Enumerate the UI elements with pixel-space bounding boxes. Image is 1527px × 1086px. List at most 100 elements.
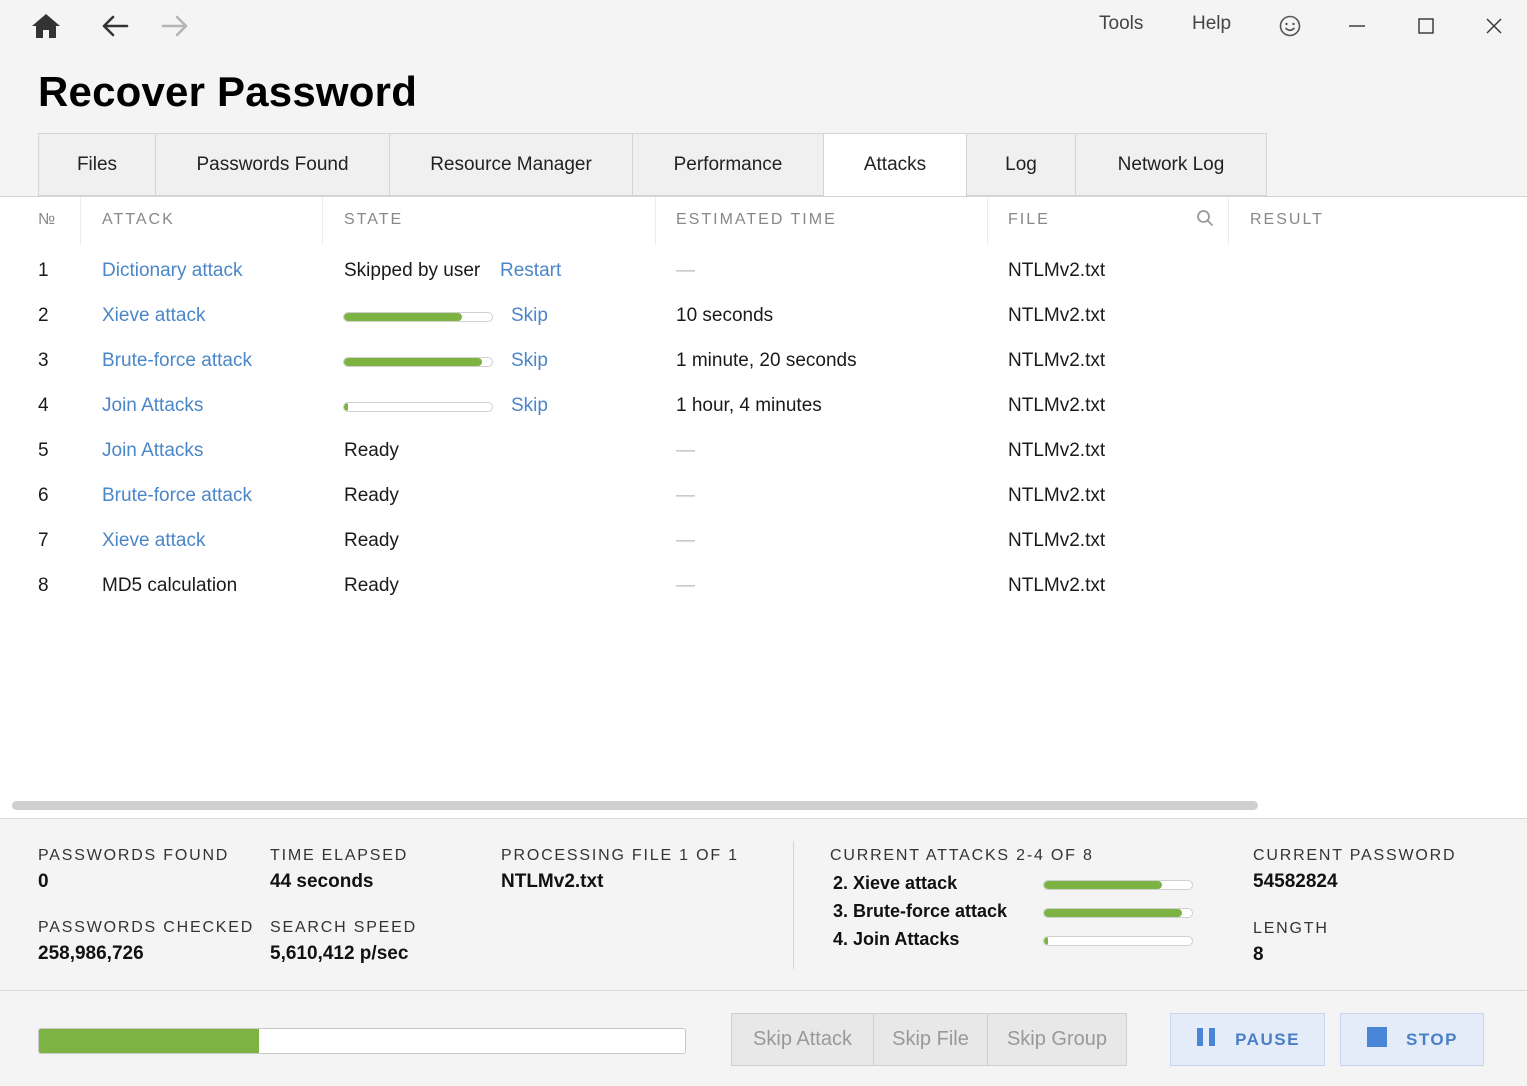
estimated-time: — bbox=[676, 575, 695, 596]
table-row[interactable]: 8 MD5 calculation Ready — NTLMv2.txt bbox=[0, 565, 1300, 610]
column-separator[interactable] bbox=[80, 197, 81, 245]
skip-file-button[interactable]: Skip File bbox=[874, 1013, 988, 1066]
attack-progress-bar bbox=[343, 357, 493, 367]
column-header-file[interactable]: FILE bbox=[1008, 211, 1050, 229]
maximize-icon[interactable] bbox=[1406, 6, 1446, 46]
skip-link[interactable]: Skip bbox=[511, 305, 548, 327]
attack-name: MD5 calculation bbox=[102, 575, 238, 596]
file-name: NTLMv2.txt bbox=[1008, 530, 1106, 551]
passwords-found-label: PASSWORDS FOUND bbox=[38, 847, 230, 864]
column-separator[interactable] bbox=[987, 197, 988, 245]
column-header-estimated-time[interactable]: ESTIMATED TIME bbox=[676, 211, 837, 229]
current-attack-progress-bar bbox=[1043, 936, 1193, 946]
menu-tools[interactable]: Tools bbox=[1099, 13, 1143, 35]
file-name: NTLMv2.txt bbox=[1008, 305, 1106, 326]
menu-help[interactable]: Help bbox=[1192, 13, 1231, 35]
current-password-label: CURRENT PASSWORD bbox=[1253, 847, 1457, 864]
current-attack-name: 3. Brute-force attack bbox=[833, 901, 1008, 921]
close-icon[interactable] bbox=[1474, 6, 1514, 46]
estimated-time: — bbox=[676, 440, 695, 461]
file-name: NTLMv2.txt bbox=[1008, 440, 1106, 461]
tab-performance[interactable]: Performance bbox=[633, 133, 824, 196]
column-header-attack[interactable]: ATTACK bbox=[102, 211, 175, 229]
tab-files[interactable]: Files bbox=[38, 133, 156, 196]
skip-button-group: Skip Attack Skip File Skip Group bbox=[731, 1013, 1127, 1066]
status-panel: PASSWORDS FOUND 0 PASSWORDS CHECKED 258,… bbox=[0, 818, 1527, 991]
pause-button[interactable]: PAUSE bbox=[1170, 1013, 1325, 1066]
row-number: 1 bbox=[38, 260, 49, 281]
row-number: 5 bbox=[38, 440, 49, 461]
table-row[interactable]: 1 Dictionary attack Skipped by user Rest… bbox=[0, 250, 1300, 295]
attack-state: Ready bbox=[344, 530, 399, 551]
table-row[interactable]: 5 Join Attacks Ready — NTLMv2.txt bbox=[0, 430, 1300, 475]
file-search-icon[interactable] bbox=[1196, 209, 1214, 232]
estimated-time: 1 minute, 20 seconds bbox=[676, 350, 857, 371]
page-title: Recover Password bbox=[38, 68, 418, 115]
stop-button[interactable]: STOP bbox=[1340, 1013, 1484, 1066]
length-value: 8 bbox=[1253, 944, 1264, 965]
smiley-feedback-icon[interactable] bbox=[1270, 6, 1310, 46]
table-row[interactable]: 7 Xieve attack Ready — NTLMv2.txt bbox=[0, 520, 1300, 565]
processing-file-value: NTLMv2.txt bbox=[501, 871, 604, 892]
attack-name-link[interactable]: Brute-force attack bbox=[102, 485, 252, 507]
skip-attack-button[interactable]: Skip Attack bbox=[731, 1013, 874, 1066]
status-divider bbox=[793, 841, 794, 969]
skip-link[interactable]: Skip bbox=[511, 395, 548, 417]
attack-name-link[interactable]: Brute-force attack bbox=[102, 350, 252, 372]
row-number: 8 bbox=[38, 575, 49, 596]
table-row[interactable]: 2 Xieve attack Skip 10 seconds NTLMv2.tx… bbox=[0, 295, 1300, 340]
horizontal-scrollbar[interactable] bbox=[12, 801, 1258, 810]
row-number: 6 bbox=[38, 485, 49, 506]
attack-state: Skipped by user bbox=[344, 260, 481, 281]
table-row[interactable]: 3 Brute-force attack Skip 1 minute, 20 s… bbox=[0, 340, 1300, 385]
column-header-number[interactable]: № bbox=[38, 211, 55, 229]
attack-name-link[interactable]: Join Attacks bbox=[102, 395, 203, 417]
column-separator[interactable] bbox=[322, 197, 323, 245]
length-label: LENGTH bbox=[1253, 920, 1329, 937]
passwords-checked-label: PASSWORDS CHECKED bbox=[38, 919, 255, 936]
estimated-time: — bbox=[676, 260, 695, 281]
column-header-state[interactable]: STATE bbox=[344, 211, 403, 229]
forward-arrow-icon[interactable] bbox=[155, 6, 195, 46]
search-speed-label: SEARCH SPEED bbox=[270, 919, 417, 936]
tab-attacks[interactable]: Attacks bbox=[824, 133, 967, 197]
estimated-time: 10 seconds bbox=[676, 305, 774, 326]
attack-state: Ready bbox=[344, 485, 399, 506]
column-separator[interactable] bbox=[1228, 197, 1229, 245]
skip-link[interactable]: Skip bbox=[511, 350, 548, 372]
tab-passwords-found[interactable]: Passwords Found bbox=[156, 133, 390, 196]
table-row[interactable]: 6 Brute-force attack Ready — NTLMv2.txt bbox=[0, 475, 1300, 520]
column-header-result[interactable]: RESULT bbox=[1250, 211, 1324, 229]
back-arrow-icon[interactable] bbox=[95, 6, 135, 46]
row-number: 7 bbox=[38, 530, 49, 551]
estimated-time: — bbox=[676, 530, 695, 551]
table-row[interactable]: 4 Join Attacks Skip 1 hour, 4 minutes NT… bbox=[0, 385, 1300, 430]
processing-file-label: PROCESSING FILE 1 OF 1 bbox=[501, 847, 739, 864]
tab-resource-manager[interactable]: Resource Manager bbox=[390, 133, 633, 196]
attack-state: Ready bbox=[344, 440, 399, 461]
passwords-found-value: 0 bbox=[38, 871, 49, 892]
stop-icon bbox=[1366, 1027, 1388, 1052]
current-attack-progress-bar bbox=[1043, 908, 1193, 918]
current-attack-name: 2. Xieve attack bbox=[833, 873, 958, 893]
time-elapsed-value: 44 seconds bbox=[270, 871, 374, 892]
tab-network-log[interactable]: Network Log bbox=[1076, 133, 1267, 196]
attack-name-link[interactable]: Join Attacks bbox=[102, 440, 203, 462]
tab-log[interactable]: Log bbox=[967, 133, 1076, 196]
estimated-time: 1 hour, 4 minutes bbox=[676, 395, 822, 416]
minimize-icon[interactable] bbox=[1337, 6, 1377, 46]
home-icon[interactable] bbox=[26, 6, 66, 46]
attack-name-link[interactable]: Xieve attack bbox=[102, 530, 206, 552]
footer-controls: Skip Attack Skip File Skip Group PAUSE S… bbox=[0, 992, 1527, 1086]
file-name: NTLMv2.txt bbox=[1008, 395, 1106, 416]
time-elapsed-label: TIME ELAPSED bbox=[270, 847, 409, 864]
attack-name-link[interactable]: Dictionary attack bbox=[102, 260, 242, 282]
passwords-checked-value: 258,986,726 bbox=[38, 943, 144, 964]
search-speed-value: 5,610,412 p/sec bbox=[270, 943, 409, 964]
title-bar: Tools Help bbox=[0, 0, 1527, 52]
column-separator[interactable] bbox=[655, 197, 656, 245]
skip-group-button[interactable]: Skip Group bbox=[988, 1013, 1127, 1066]
restart-link[interactable]: Restart bbox=[500, 260, 561, 282]
row-number: 4 bbox=[38, 395, 49, 416]
attack-name-link[interactable]: Xieve attack bbox=[102, 305, 206, 327]
